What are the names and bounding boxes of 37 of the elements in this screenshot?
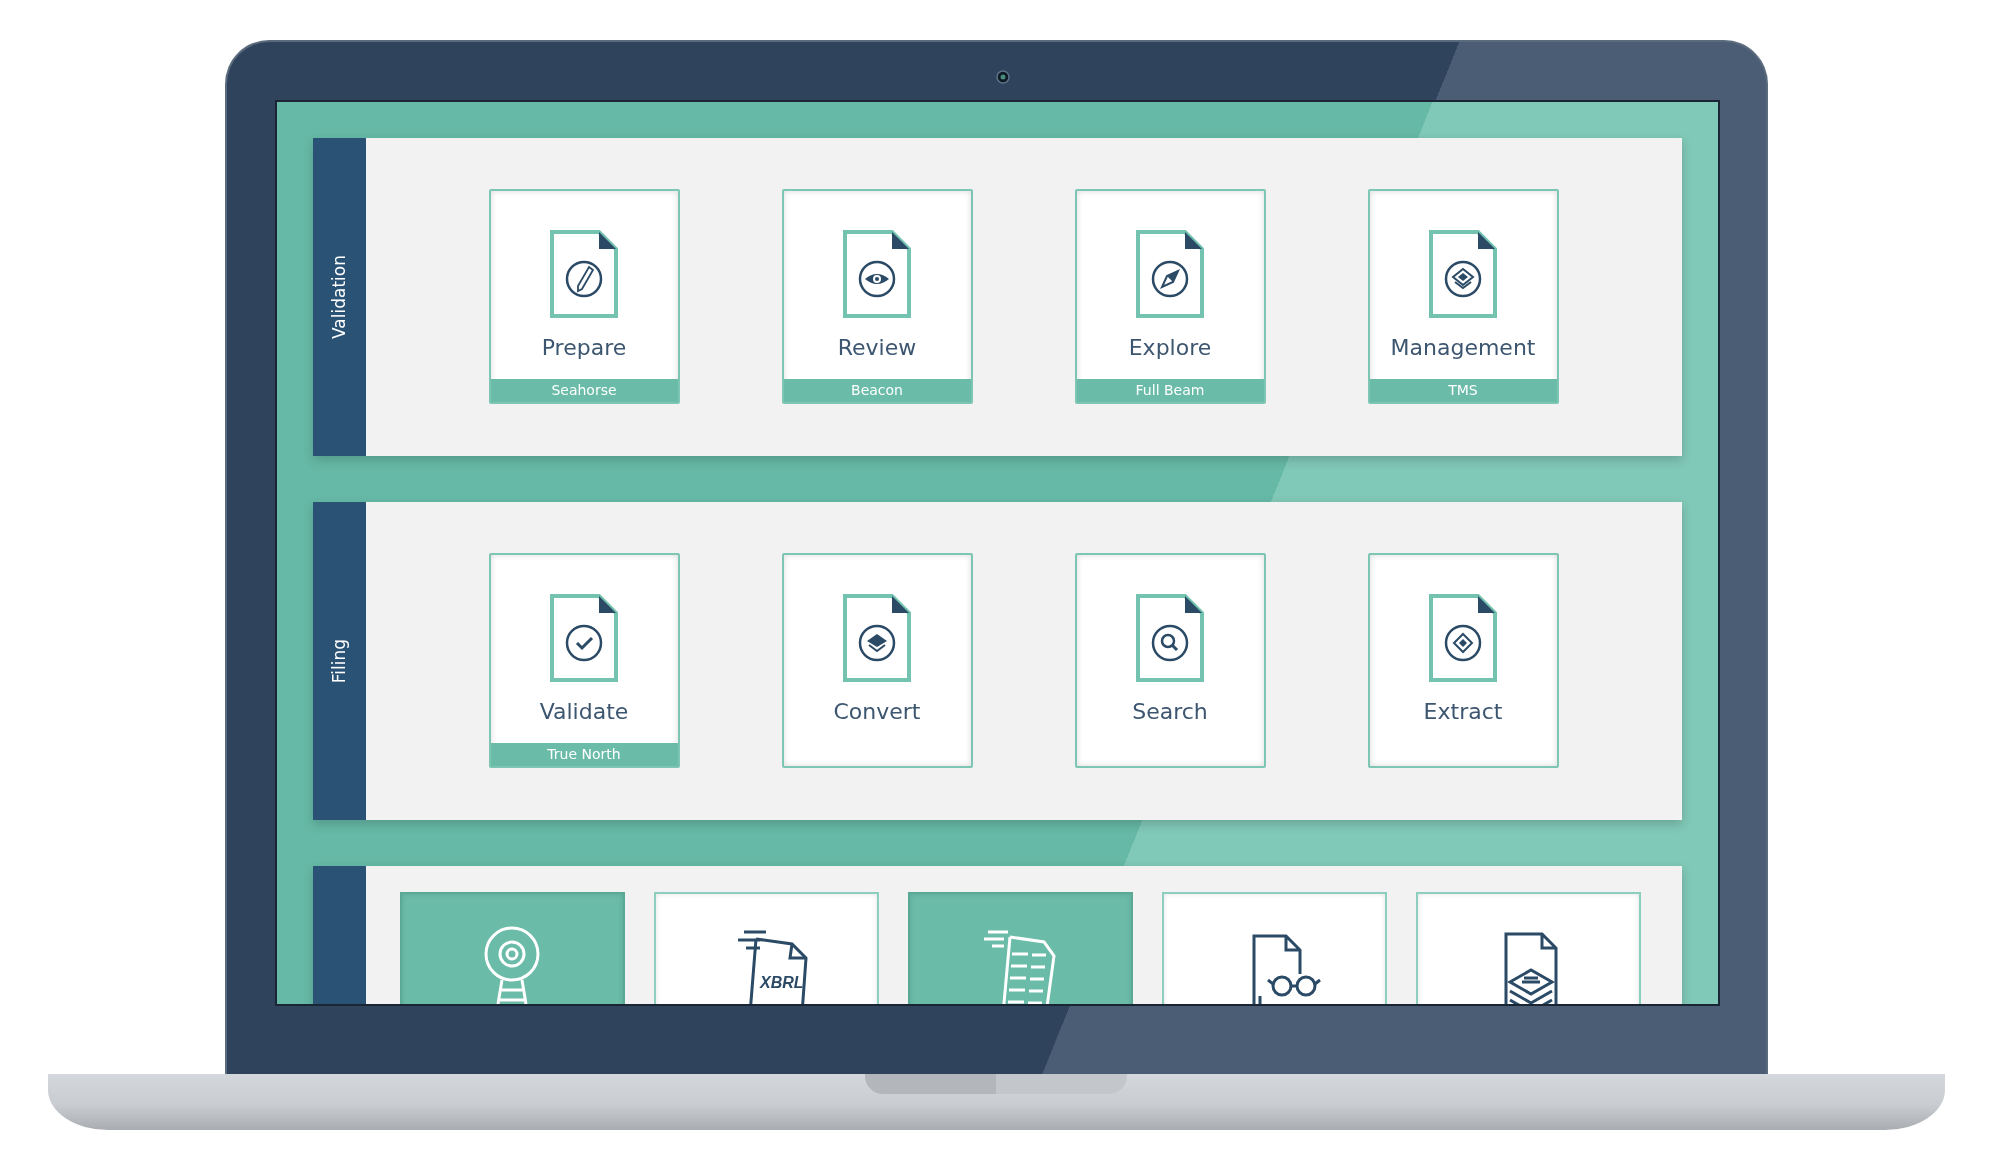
- document-pencil-icon: [549, 229, 619, 319]
- document-check-icon: [549, 593, 619, 683]
- xbrl-document-icon: [736, 930, 808, 1004]
- app-title: Extract: [1423, 699, 1503, 724]
- document-eye-icon: [842, 229, 912, 319]
- product-name-strip: True North: [490, 743, 678, 766]
- app-card[interactable]: Explore Full Beam: [1074, 189, 1266, 404]
- product-name-strip: Full Beam: [1076, 379, 1264, 402]
- app-title: Management: [1390, 335, 1536, 360]
- camera-icon: [995, 70, 1010, 84]
- app-title: Explore: [1128, 335, 1212, 360]
- document-diamond-arrows-icon: [1428, 593, 1498, 683]
- document-compass-icon: [1135, 229, 1205, 319]
- document-search-icon: [1135, 593, 1205, 683]
- app-card[interactable]: Validate True North: [488, 553, 680, 768]
- app-title: Prepare: [541, 335, 627, 360]
- app-title: Convert: [833, 699, 921, 724]
- app-card[interactable]: Review Beacon: [781, 189, 973, 404]
- app-card[interactable]: Convert: [781, 553, 973, 768]
- app-title: Search: [1132, 699, 1208, 724]
- layers-document-icon: [1504, 932, 1558, 1004]
- spreadsheet-document-icon: [982, 930, 1056, 1004]
- app-card[interactable]: Search: [1074, 553, 1266, 768]
- app-title: Validate: [539, 699, 629, 724]
- app-card[interactable]: Extract: [1367, 553, 1559, 768]
- section-label: Filing: [329, 638, 349, 684]
- product-name-strip: Seahorse: [490, 379, 678, 402]
- product-name-strip: Beacon: [783, 379, 971, 402]
- document-layers-icon: [842, 593, 912, 683]
- app-card[interactable]: Prepare Seahorse: [488, 189, 680, 404]
- report-glasses-icon: [1252, 934, 1322, 1004]
- xbrl-label: XBRL: [760, 974, 804, 991]
- app-card[interactable]: Management TMS: [1367, 189, 1559, 404]
- app-tile[interactable]: XBRL: [653, 892, 879, 1004]
- product-name-strip: TMS: [1369, 379, 1557, 402]
- app-title: Review: [837, 335, 917, 360]
- section-label: Validation: [329, 255, 349, 339]
